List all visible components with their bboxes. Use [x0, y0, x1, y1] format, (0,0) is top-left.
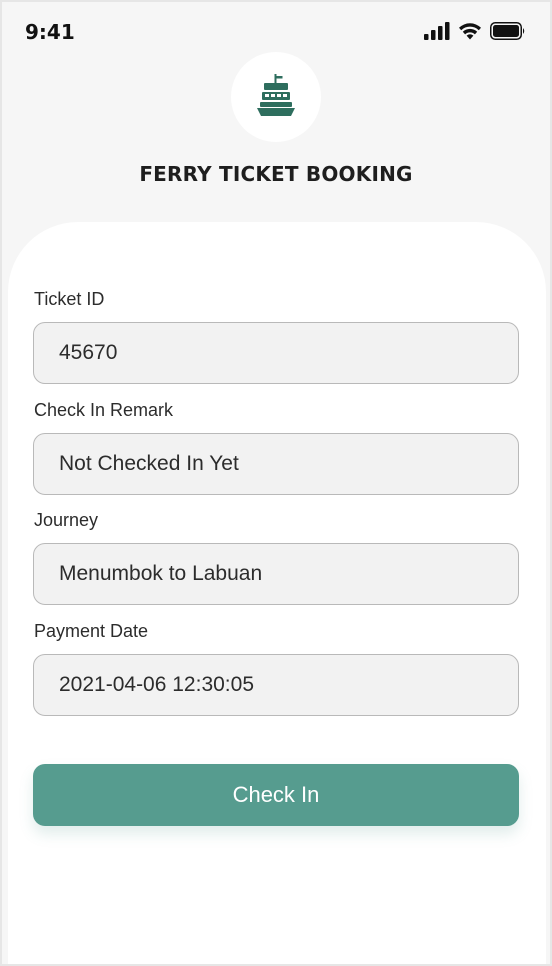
check-in-button[interactable]: Check In	[33, 764, 519, 826]
ferry-icon	[256, 73, 296, 121]
wifi-icon	[458, 22, 482, 44]
journey-field[interactable]: Menumbok to Labuan	[33, 543, 519, 605]
journey-label: Journey	[34, 510, 99, 530]
ticket-id-label: Ticket ID	[34, 289, 105, 309]
signal-icon	[424, 22, 450, 44]
payment-date-field[interactable]: 2021-04-06 12:30:05	[33, 654, 519, 716]
status-time: 9:41	[25, 20, 75, 44]
logo-badge	[231, 52, 321, 142]
ticket-id-field[interactable]: 45670	[33, 322, 519, 384]
check-in-remark-label: Check In Remark	[34, 400, 174, 420]
check-in-remark-field[interactable]: Not Checked In Yet	[33, 433, 519, 495]
status-icons	[424, 22, 526, 44]
phone-screen: 9:41 FERRY TICKET BOOKING Ticket ID 4567…	[0, 0, 552, 966]
app-title: FERRY TICKET BOOKING	[139, 162, 413, 186]
battery-icon	[490, 22, 526, 44]
payment-date-label: Payment Date	[34, 621, 149, 641]
